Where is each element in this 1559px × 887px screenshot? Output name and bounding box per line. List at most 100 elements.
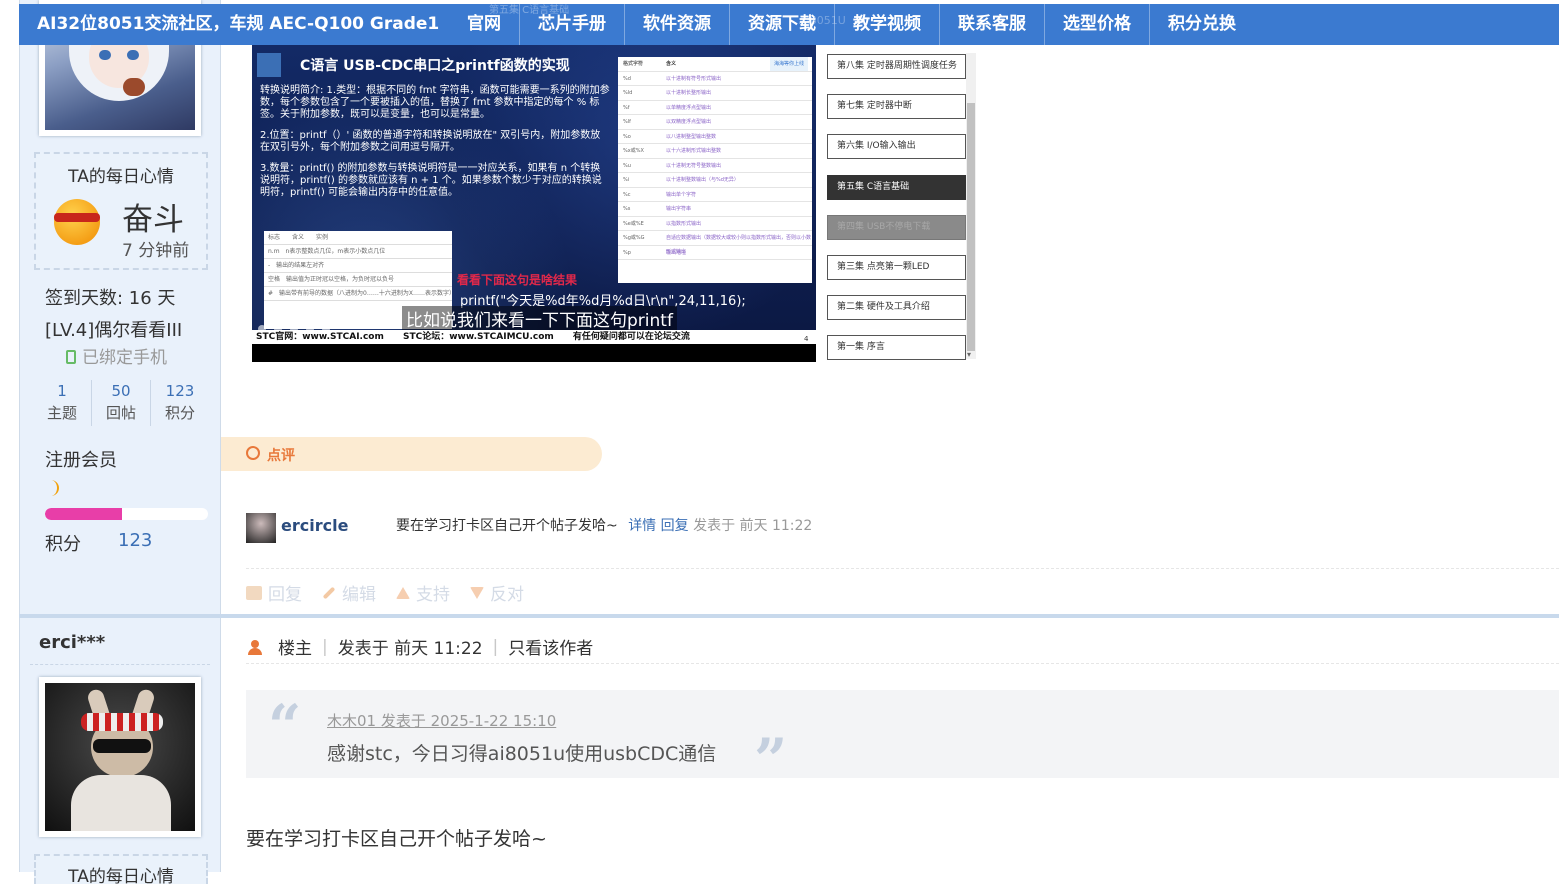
format-table-row: %s 输出字符串 [618, 202, 812, 217]
stat-num: 50 [111, 382, 131, 400]
site-title[interactable]: AI32位8051交流社区，车规 AEC-Q100 Grade1 [37, 4, 439, 45]
episode-item[interactable]: 第七集 定时器中断 [827, 94, 966, 119]
review-detail-link[interactable]: 详情 [628, 518, 656, 534]
post-author-name[interactable]: erci*** [39, 632, 105, 653]
stat-label: 回帖 [105, 404, 136, 422]
format-table-row: %g或%G 自适应数据输出（数据较大或较小则以指数形式输出，否则以小数形式输出 [618, 231, 812, 255]
episode-item[interactable]: 第一集 序言 [827, 335, 966, 360]
flag-table-row: n.m n表示整数点几位，m表示小数点几位 [264, 245, 452, 259]
edit-button[interactable]: 编辑 [322, 580, 376, 605]
mood-time: 7 分钟前 [122, 241, 190, 261]
reviewer-name[interactable]: ercircle [281, 516, 348, 535]
daily-mood-box: TA的每日心情 [34, 854, 208, 887]
post-time: 发表于 前天 11:22 [337, 639, 483, 659]
format-meaning: 以十进制整数输出（与%d无异） [666, 177, 739, 183]
nav-tab-videos[interactable]: 教学视频 [834, 4, 939, 45]
stat-topics[interactable]: 1 主题 [33, 380, 91, 426]
nav-tab-pricing[interactable]: 选型价格 [1044, 4, 1149, 45]
user-group[interactable]: 注册会员 [45, 446, 117, 472]
title-square-icon [257, 53, 281, 77]
divider [30, 664, 210, 665]
daily-mood-box: TA的每日心情 奋斗 7 分钟前 [34, 152, 208, 270]
episode-item[interactable]: 第二集 硬件及工具介绍 [827, 295, 966, 320]
footer-item: 有任何疑问都可以在论坛交流 [572, 332, 690, 342]
format-meaning: 输出地址 [666, 249, 687, 256]
review-comment: 要在学习打卡区自己开个帖子发哈~ 详情 回复 发表于 前天 11:22 [396, 515, 812, 535]
nav-tab-support[interactable]: 联系客服 [939, 4, 1044, 45]
episode-item[interactable]: 第八集 定时器周期性调度任务 [827, 54, 966, 79]
nav-tab-software[interactable]: 软件资源 [624, 4, 729, 45]
footer-item: STC论坛：www.STCAIMCU.com [403, 332, 554, 342]
points-value[interactable]: 123 [118, 530, 152, 551]
review-reply-link[interactable]: 回复 [661, 518, 689, 534]
avatar-image [45, 683, 195, 831]
points-label: 积分 [45, 534, 81, 555]
format-table-row: %d 以十进制有符号形式输出 [618, 72, 812, 86]
scroll-down-icon[interactable]: ▾ [967, 350, 971, 359]
review-meta: 发表于 前天 11:22 [693, 518, 813, 534]
format-table-row: %c 输出单个字符 [618, 188, 812, 202]
format-table-row: %i 以十进制整数输出（与%d无异） [618, 173, 812, 188]
stat-replies[interactable]: 50 回帖 [91, 380, 150, 426]
format-meaning: 输出字符串 [666, 206, 692, 212]
format-key: %ld [623, 90, 633, 96]
user-level[interactable]: [LV.4]偶尔看看III [45, 316, 182, 342]
format-table-row: %u 以十进制无符号整数输出 [618, 159, 812, 173]
format-meaning: 以十六进制形式输出整数 [666, 148, 722, 154]
action-label: 支持 [416, 585, 450, 605]
top-navbar: 第五集 C语言基础 AI8051U AI32位8051交流社区，车规 AEC-Q… [19, 4, 1559, 45]
author-avatar[interactable] [39, 677, 201, 837]
upload-badge: 海海等你上线 [770, 57, 809, 71]
nav-tab-official[interactable]: 官网 [449, 4, 519, 45]
review-text: 要在学习打卡区自己开个帖子发哈~ [396, 518, 618, 534]
episode-item-active[interactable]: 第五集 C语言基础 [827, 175, 966, 200]
oppose-button[interactable]: 反对 [470, 580, 524, 605]
checkin-days: 签到天数: 16 天 [45, 288, 176, 309]
review-label: 点评 [267, 448, 295, 464]
slide-footer: STC官网：www.STCAI.com STC论坛：www.STCAIMCU.c… [252, 330, 816, 344]
nav-tab-points[interactable]: 积分兑换 [1149, 4, 1254, 45]
reply-button[interactable]: 回复 [246, 580, 302, 605]
action-label: 编辑 [342, 585, 376, 605]
quote-header-link[interactable]: 木木01 发表于 2025-1-22 15:10 [327, 710, 556, 731]
reviewer-avatar[interactable] [246, 513, 276, 543]
format-key: %p [623, 249, 631, 256]
format-table-row: %ld 以十进制长整形输出 [618, 86, 812, 101]
phone-bound: 已绑定手机 [66, 343, 167, 368]
divider [246, 663, 1559, 664]
format-key: %lf [623, 119, 631, 125]
flag-table-row: # 输出带有前导的数据（八进制为0……十六进制为X……表示数字） [264, 287, 455, 301]
phone-icon [66, 350, 76, 364]
support-button[interactable]: 支持 [396, 580, 450, 605]
video-slide-title: C语言 USB-CDC串口之printf函数的实现 [300, 58, 570, 74]
mood-title: TA的每日心情 [68, 867, 174, 887]
video-control-bar[interactable] [252, 344, 816, 362]
divider [246, 568, 1559, 569]
stat-points[interactable]: 123 积分 [150, 380, 209, 426]
playlist-scrollbar[interactable]: ▾ [966, 53, 976, 359]
episode-item[interactable]: 第三集 点亮第一颗LED [827, 255, 966, 280]
quote-block: “ 木木01 发表于 2025-1-22 15:10 感谢stc，今日习得ai8… [246, 690, 1559, 794]
review-header: 点评 [221, 437, 602, 471]
format-meaning: 以十进制有符号形式输出 [666, 75, 722, 82]
format-table-row: %e或%E 以指数形式输出 [618, 217, 812, 231]
episode-item[interactable]: 第六集 I/O输入输出 [827, 134, 966, 159]
post-role: 楼主 [278, 639, 312, 659]
format-table-row: %lf 以双精度浮点型输出 [618, 115, 812, 130]
format-meaning: 以十进制长整形输出 [666, 90, 712, 96]
progress-fill [45, 508, 122, 520]
mood-word: 奋斗 [122, 202, 184, 238]
format-key: %s [623, 206, 631, 212]
nav-tab-datasheets[interactable]: 芯片手册 [519, 4, 624, 45]
action-label: 回复 [268, 585, 302, 605]
episode-item-disabled[interactable]: 第四集 USB不停电下载 [827, 215, 966, 240]
slide-paragraph: 2.位置：printf（）' 函数的普通字符和转换说明放在" 双引号内，附加参数… [260, 130, 601, 153]
mood-title: TA的每日心情 [68, 167, 174, 187]
video-player[interactable]: C语言 USB-CDC串口之printf函数的实现 转换说明简介: 1.类型：根… [252, 45, 816, 362]
format-key: %x或%X [623, 148, 644, 154]
scrollbar-thumb[interactable] [967, 103, 975, 351]
nav-tab-downloads[interactable]: 资源下载 [729, 4, 834, 45]
format-table-row: %o 以八进制整型输出整数 [618, 130, 812, 144]
format-meaning: 以单精度浮点型输出 [666, 104, 712, 111]
only-author-link[interactable]: 只看该作者 [508, 634, 593, 659]
